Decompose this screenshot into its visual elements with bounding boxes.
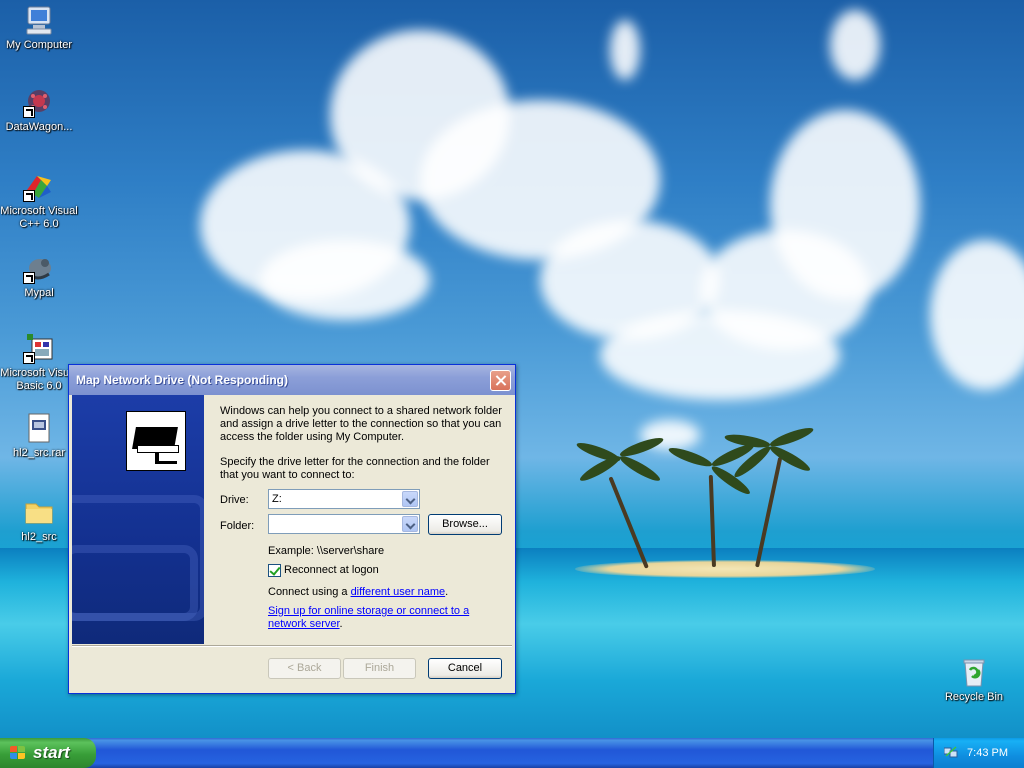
start-label: start — [33, 743, 70, 762]
chevron-down-icon[interactable] — [402, 491, 418, 507]
back-button[interactable]: < Back — [268, 658, 341, 679]
mypal-icon — [23, 252, 55, 284]
desktop-icon-visual-basic[interactable]: Microsoft Visual Basic 6.0 — [0, 332, 78, 393]
recycle-bin-icon — [958, 656, 990, 688]
reconnect-label[interactable]: Reconnect at logon — [284, 564, 379, 576]
desktop-icon-label: Mypal — [24, 287, 54, 299]
cancel-button[interactable]: Cancel — [428, 658, 502, 679]
folder-combobox[interactable] — [268, 514, 420, 534]
system-tray: 7:43 PM — [933, 738, 1024, 768]
palm-frond — [767, 442, 813, 475]
clock[interactable]: 7:43 PM — [967, 747, 1008, 759]
visual-cpp-icon — [23, 170, 55, 202]
desktop-icon-label: hl2_src.rar — [13, 447, 65, 459]
connect-prefix: Connect using a — [268, 586, 351, 598]
desktop-icon-my-computer[interactable]: My Computer — [0, 4, 78, 52]
button-separator — [72, 645, 512, 647]
browse-button[interactable]: Browse... — [428, 514, 502, 535]
desktop-icon-label: Microsoft Visual Basic 6.0 — [0, 367, 78, 392]
shortcut-arrow-icon — [23, 352, 35, 364]
reconnect-checkbox[interactable] — [268, 564, 281, 577]
cloud — [770, 110, 920, 300]
desktop-icon-label: DataWagon... — [5, 121, 73, 133]
example-text: Example: \\server\share — [268, 545, 385, 557]
start-button[interactable]: start — [0, 738, 96, 768]
cloud — [600, 310, 840, 400]
drive-label: Drive: — [220, 494, 249, 506]
close-button[interactable] — [490, 370, 511, 391]
dialog-titlebar[interactable]: Map Network Drive (Not Responding) — [69, 365, 515, 395]
signup-online-storage-link[interactable]: Sign up for online storage or connect to… — [268, 605, 469, 630]
desktop-icon-visual-cpp[interactable]: Microsoft Visual C++ 6.0 — [0, 170, 78, 231]
datawagon-icon — [23, 86, 55, 118]
island — [575, 560, 875, 578]
finish-button[interactable]: Finish — [343, 658, 416, 679]
desktop-icon-label: Microsoft Visual C++ 6.0 — [0, 205, 78, 230]
cloud — [260, 240, 430, 320]
palm-frond — [667, 444, 714, 470]
desktop-icon-label: Recycle Bin — [944, 691, 1004, 703]
shortcut-arrow-icon — [23, 272, 35, 284]
signup-text: Sign up for online storage or connect to… — [268, 605, 498, 631]
folder-icon — [23, 496, 55, 528]
desktop-icon-mypal[interactable]: Mypal — [0, 252, 78, 300]
connect-different-user-text: Connect using a different user name. — [268, 586, 448, 598]
windows-logo-icon — [10, 746, 26, 760]
watermark-shape — [72, 545, 198, 621]
cloud — [930, 240, 1024, 390]
visual-basic-icon — [23, 332, 55, 364]
palm-frond — [617, 452, 663, 485]
desktop-icon-hl2-src[interactable]: hl2_src — [0, 496, 78, 544]
desktop-icon-label: My Computer — [5, 39, 73, 51]
archive-file-icon — [23, 412, 55, 444]
cloud — [610, 20, 640, 80]
drive-select[interactable]: Z: — [268, 489, 420, 509]
network-status-icon[interactable] — [943, 746, 958, 758]
shortcut-arrow-icon — [23, 106, 35, 118]
desktop-icon-recycle-bin[interactable]: Recycle Bin — [935, 656, 1013, 704]
taskbar: start 7:43 PM — [0, 738, 1024, 768]
instruction-text: Specify the drive letter for the connect… — [220, 456, 490, 481]
dialog-title: Map Network Drive (Not Responding) — [76, 373, 289, 387]
network-drive-icon — [126, 411, 186, 471]
intro-text: Windows can help you connect to a shared… — [220, 405, 502, 443]
shortcut-arrow-icon — [23, 190, 35, 202]
signup-suffix: . — [339, 618, 343, 630]
desktop-icon-datawagon[interactable]: DataWagon... — [0, 86, 78, 134]
chevron-down-icon[interactable] — [402, 516, 418, 532]
map-network-drive-dialog: Map Network Drive (Not Responding) Windo… — [68, 364, 516, 694]
drive-select-value: Z: — [272, 493, 282, 505]
connect-suffix: . — [445, 586, 449, 598]
folder-label: Folder: — [220, 520, 255, 532]
cloud — [830, 10, 880, 80]
desktop-icon-label: hl2_src — [21, 531, 57, 543]
wizard-side-panel — [72, 395, 204, 644]
computer-icon — [23, 4, 55, 36]
different-user-name-link[interactable]: different user name — [351, 586, 446, 598]
desktop-icon-hl2-src-rar[interactable]: hl2_src.rar — [0, 412, 78, 460]
